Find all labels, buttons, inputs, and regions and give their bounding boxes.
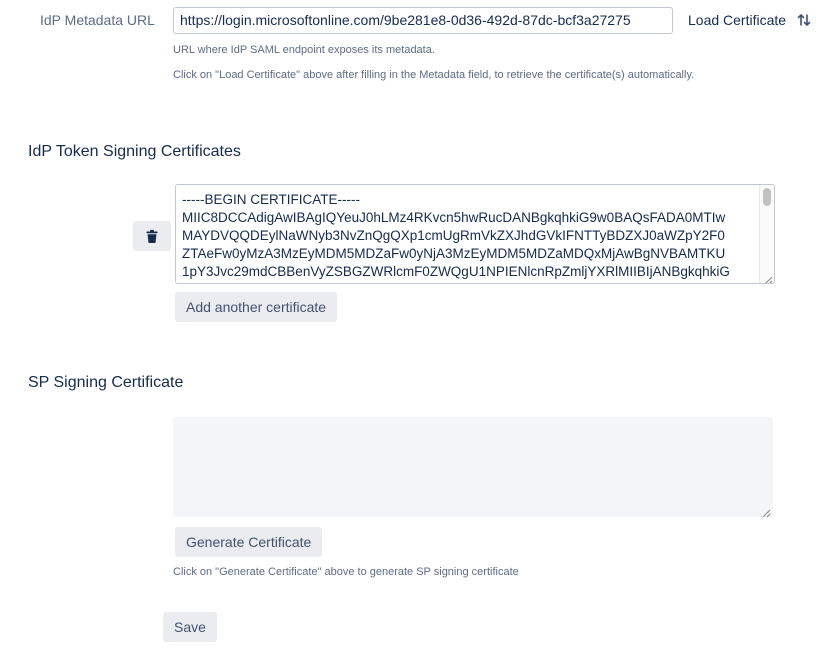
save-button[interactable]: Save [163,612,217,642]
idp-metadata-url-input[interactable]: https://login.microsoftonline.com/9be281… [173,7,673,34]
trash-icon [146,229,158,243]
resize-handle-icon[interactable] [761,505,771,518]
idp-certificate-text: -----BEGIN CERTIFICATE----- MIIC8DCCAdig… [182,192,730,279]
idp-certificate-textarea[interactable]: -----BEGIN CERTIFICATE----- MIIC8DCCAdig… [175,184,775,284]
load-certificate-button[interactable]: Load Certificate [688,12,812,28]
generate-certificate-help-text: Click on "Generate Certificate" above to… [173,566,519,578]
swap-vertical-icon [796,12,812,28]
idp-token-signing-heading: IdP Token Signing Certificates [28,143,241,160]
saml-config-page: IdP Metadata URL https://login.microsoft… [0,0,824,654]
idp-metadata-url-label: IdP Metadata URL [40,12,155,28]
load-certificate-label: Load Certificate [688,12,787,28]
certificate-scrollbar[interactable] [759,185,774,283]
sp-signing-certificate-heading: SP Signing Certificate [28,374,184,391]
sp-certificate-textarea[interactable] [173,417,773,518]
idp-metadata-help-text: URL where IdP SAML endpoint exposes its … [173,44,435,56]
resize-handle-icon[interactable] [763,272,773,283]
certificate-scrollbar-thumb[interactable] [763,188,771,206]
delete-certificate-button[interactable] [133,221,171,251]
generate-certificate-button[interactable]: Generate Certificate [175,527,323,557]
load-certificate-help-text: Click on "Load Certificate" above after … [173,69,695,81]
add-another-certificate-button[interactable]: Add another certificate [175,292,338,322]
